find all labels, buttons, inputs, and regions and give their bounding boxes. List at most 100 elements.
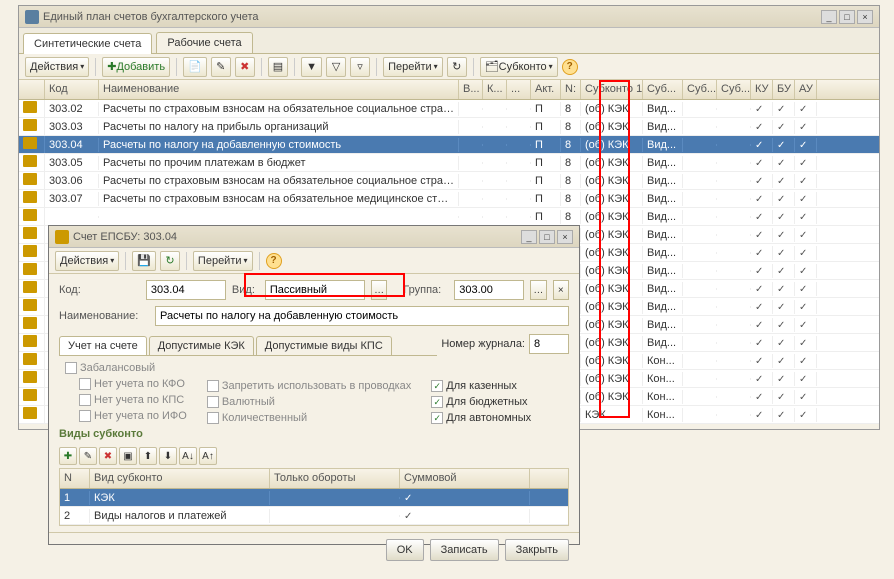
save-button[interactable]: Записать (430, 539, 499, 561)
edit-icon[interactable]: 📄 (183, 57, 207, 77)
dlg-minimize-button[interactable]: _ (521, 230, 537, 244)
name-field[interactable] (155, 306, 569, 326)
group-clear-button[interactable]: × (553, 280, 569, 300)
subconto-button[interactable]: 🗂 Субконто▾ (480, 57, 558, 77)
dlg-maximize-button[interactable]: □ (539, 230, 555, 244)
sub-copy-icon[interactable]: ▣ (119, 447, 137, 465)
pencil-icon[interactable]: ✎ (211, 57, 231, 77)
currency-checkbox[interactable] (207, 396, 219, 408)
budget-checkbox[interactable] (431, 396, 443, 408)
main-titlebar[interactable]: Единый план счетов бухгалтерского учета … (19, 6, 879, 28)
col-header[interactable]: Акт. (531, 80, 561, 99)
main-tabs: Синтетические счета Рабочие счета (19, 28, 879, 54)
kaz-checkbox[interactable] (431, 380, 443, 392)
col-header[interactable]: Суб... (717, 80, 751, 99)
sub-edit-icon[interactable]: ✎ (79, 447, 97, 465)
col-header[interactable]: КУ (751, 80, 773, 99)
tab-working[interactable]: Рабочие счета (156, 32, 252, 53)
delete-icon[interactable]: ✖ (235, 57, 255, 77)
journal-label: Номер журнала: (441, 338, 525, 350)
dlg-help-icon[interactable]: ? (266, 253, 282, 269)
group-field[interactable] (454, 280, 524, 300)
dialog-titlebar[interactable]: Счет ЕПСБУ: 303.04 _ □ × (49, 226, 579, 248)
help-icon[interactable]: ? (562, 59, 578, 75)
qty-checkbox[interactable] (207, 412, 219, 424)
name-label: Наименование: (59, 310, 149, 322)
col-header[interactable]: Наименование (99, 80, 459, 99)
sub-col-header[interactable]: N (60, 469, 90, 488)
nopost-checkbox[interactable] (207, 380, 219, 392)
subtab-account[interactable]: Учет на счете (59, 336, 147, 355)
sub-delete-icon[interactable]: ✖ (99, 447, 117, 465)
col-header[interactable]: N: (561, 80, 581, 99)
sub-down-icon[interactable]: ⬇ (159, 447, 177, 465)
subtab-kek[interactable]: Допустимые КЭК (149, 336, 254, 355)
table-row[interactable]: 303.02Расчеты по страховым взносам на об… (19, 100, 879, 118)
dialog-title: Счет ЕПСБУ: 303.04 (73, 231, 521, 243)
group-picker-button[interactable]: … (530, 280, 546, 300)
table-row[interactable]: 303.07Расчеты по страховым взносам на об… (19, 190, 879, 208)
dlg-save-icon[interactable]: 💾 (132, 251, 156, 271)
account-dialog: Счет ЕПСБУ: 303.04 _ □ × Действия▾ 💾 ↻ П… (48, 225, 580, 545)
hierarchy-icon[interactable]: ▤ (268, 57, 288, 77)
dialog-toolbar: Действия▾ 💾 ↻ Перейти▾ ? (49, 248, 579, 274)
nokps-checkbox[interactable] (79, 394, 91, 406)
vid-field[interactable] (265, 280, 365, 300)
ok-button[interactable]: OK (386, 539, 424, 561)
refresh-icon[interactable]: ↻ (447, 57, 467, 77)
table-row[interactable]: 303.06Расчеты по страховым взносам на об… (19, 172, 879, 190)
code-label: Код: (59, 284, 140, 296)
maximize-button[interactable]: □ (839, 10, 855, 24)
code-field[interactable] (146, 280, 226, 300)
minimize-button[interactable]: _ (821, 10, 837, 24)
table-row[interactable]: 303.05Расчеты по прочим платежам в бюдже… (19, 154, 879, 172)
sub-col-header[interactable]: Только обороты (270, 469, 400, 488)
table-row[interactable]: П8(об) КЭКВид... (19, 208, 879, 226)
col-header[interactable]: АУ (795, 80, 817, 99)
col-header[interactable]: Код (45, 80, 99, 99)
close-dialog-button[interactable]: Закрыть (505, 539, 569, 561)
subconto-toolbar: ✚ ✎ ✖ ▣ ⬆ ⬇ A↓ A↑ (59, 444, 569, 468)
subconto-row[interactable]: 2Виды налогов и платежей (60, 507, 568, 525)
dlg-actions-button[interactable]: Действия▾ (55, 251, 119, 271)
subtab-kps[interactable]: Допустимые виды КПС (256, 336, 392, 355)
auto-checkbox[interactable] (431, 412, 443, 424)
col-header[interactable] (19, 80, 45, 99)
offbalance-checkbox[interactable] (65, 362, 77, 374)
subconto-row[interactable]: 1КЭК (60, 489, 568, 507)
table-row[interactable]: 303.03Расчеты по налогу на прибыль орган… (19, 118, 879, 136)
sub-col-header[interactable]: Вид субконто (90, 469, 270, 488)
dlg-refresh-icon[interactable]: ↻ (160, 251, 180, 271)
sub-sort-asc-icon[interactable]: A↓ (179, 447, 197, 465)
nokfo-checkbox[interactable] (79, 378, 91, 390)
dlg-goto-button[interactable]: Перейти▾ (193, 251, 253, 271)
sub-up-icon[interactable]: ⬆ (139, 447, 157, 465)
col-header[interactable]: ... (507, 80, 531, 99)
col-header[interactable]: В... (459, 80, 483, 99)
close-button[interactable]: × (857, 10, 873, 24)
main-toolbar: Действия▾ ✚ Добавить 📄 ✎ ✖ ▤ ▼ ▽ ▿ Перей… (19, 54, 879, 80)
table-row[interactable]: 303.04Расчеты по налогу на добавленную с… (19, 136, 879, 154)
col-header[interactable]: Суб... (643, 80, 683, 99)
app-icon (25, 10, 39, 24)
col-header[interactable]: БУ (773, 80, 795, 99)
filter2-icon[interactable]: ▽ (326, 57, 346, 77)
col-header[interactable]: Субконто 1 (581, 80, 643, 99)
dialog-icon (55, 230, 69, 244)
sub-sort-desc-icon[interactable]: A↑ (199, 447, 217, 465)
tab-synthetic[interactable]: Синтетические счета (23, 33, 152, 54)
sub-add-icon[interactable]: ✚ (59, 447, 77, 465)
add-button[interactable]: ✚ Добавить (102, 57, 170, 77)
dlg-close-button[interactable]: × (557, 230, 573, 244)
actions-button[interactable]: Действия▾ (25, 57, 89, 77)
sub-col-header[interactable]: Суммовой (400, 469, 530, 488)
journal-field[interactable] (529, 334, 569, 354)
filter3-icon[interactable]: ▿ (350, 57, 370, 77)
noifo-checkbox[interactable] (79, 410, 91, 422)
col-header[interactable]: К... (483, 80, 507, 99)
filter1-icon[interactable]: ▼ (301, 57, 322, 77)
goto-button[interactable]: Перейти▾ (383, 57, 443, 77)
vid-picker-button[interactable]: … (371, 280, 387, 300)
vid-label: Вид: (232, 284, 259, 296)
col-header[interactable]: Суб... (683, 80, 717, 99)
